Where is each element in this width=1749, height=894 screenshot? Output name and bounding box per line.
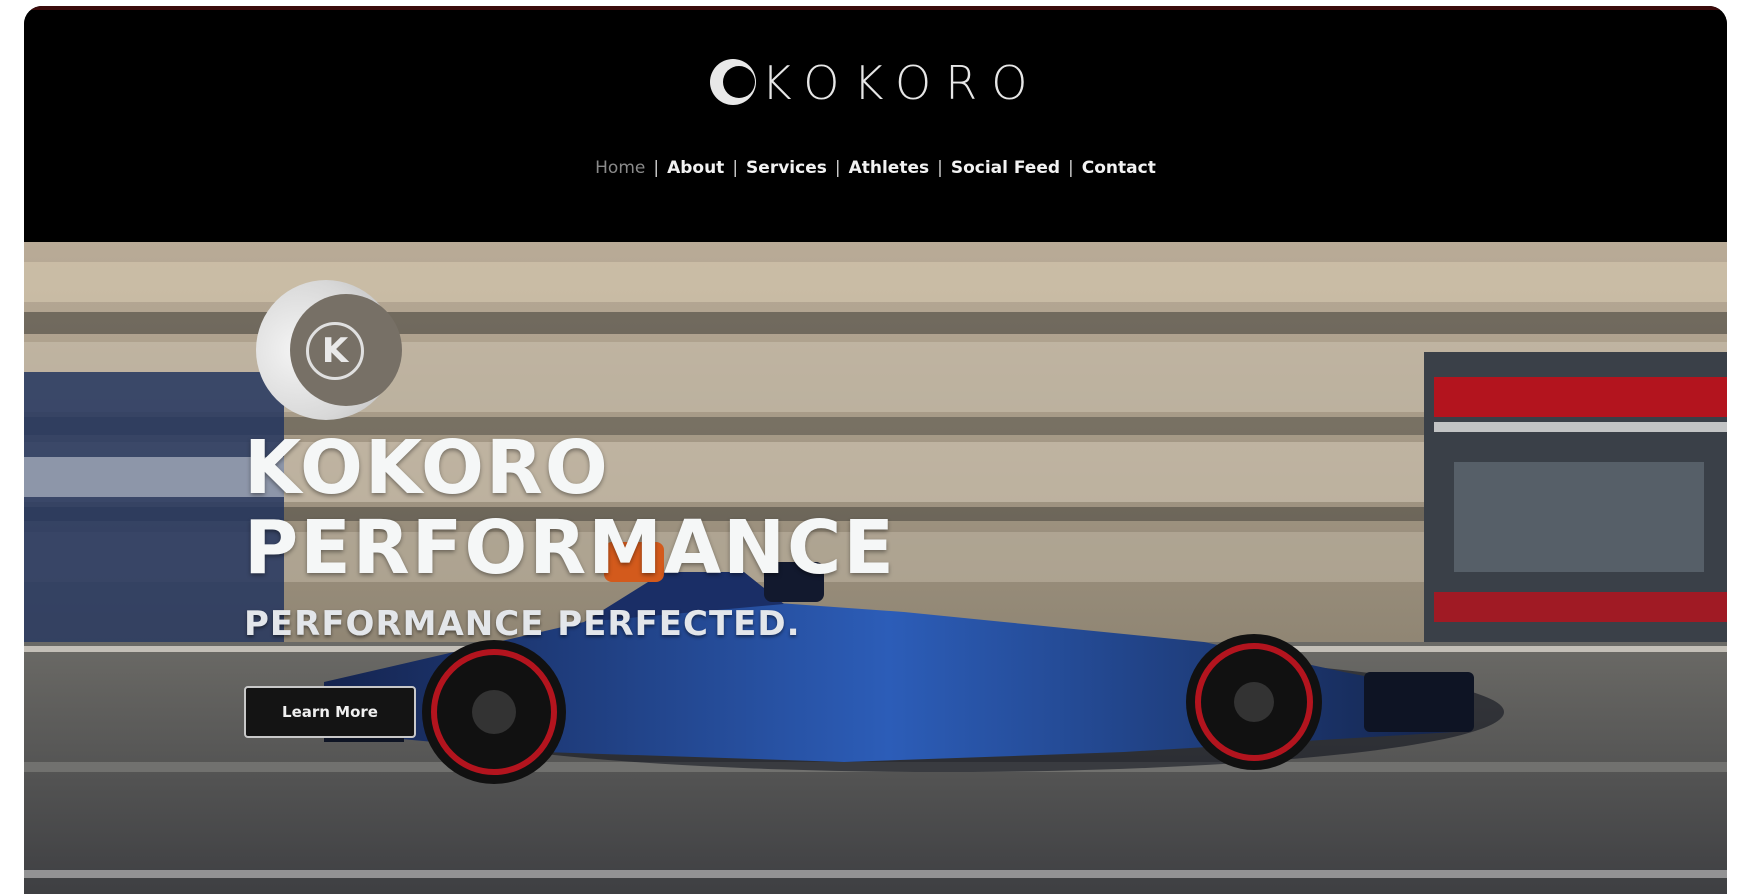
hero-title: KOKORO PERFORMANCE (244, 428, 896, 588)
browser-frame: KOKORO Home | About | Services | Athlete… (24, 6, 1727, 894)
hero-section: K KOKORO PERFORMANCE PERFORMANCE PERFECT… (24, 242, 1727, 894)
nav-separator: | (732, 158, 739, 178)
hero-title-line2: PERFORMANCE (244, 505, 896, 591)
hero-title-line1: KOKORO (244, 425, 610, 511)
main-nav: Home | About | Services | Athletes | Soc… (24, 158, 1727, 178)
kokoro-crescent-logo-icon (709, 59, 756, 107)
site-header: KOKORO Home | About | Services | Athlete… (24, 6, 1727, 242)
nav-separator: | (834, 158, 841, 178)
nav-separator: | (937, 158, 943, 178)
brand-name: KOKORO (761, 56, 1042, 110)
nav-item-athletes[interactable]: Athletes (843, 158, 936, 178)
nav-item-social-feed[interactable]: Social Feed (945, 158, 1066, 178)
nav-item-about[interactable]: About (661, 158, 730, 178)
nav-item-services[interactable]: Services (740, 158, 833, 178)
hero-subtitle: PERFORMANCE PERFECTED. (244, 604, 801, 644)
nav-item-contact[interactable]: Contact (1076, 158, 1162, 178)
nav-separator: | (1068, 158, 1074, 178)
learn-more-button[interactable]: Learn More (244, 686, 416, 738)
brand[interactable]: KOKORO (24, 56, 1727, 110)
logo-letter: K (306, 322, 364, 380)
hero-kokoro-logo: K (256, 280, 402, 430)
nav-item-home[interactable]: Home (589, 158, 651, 178)
nav-separator: | (653, 158, 660, 178)
